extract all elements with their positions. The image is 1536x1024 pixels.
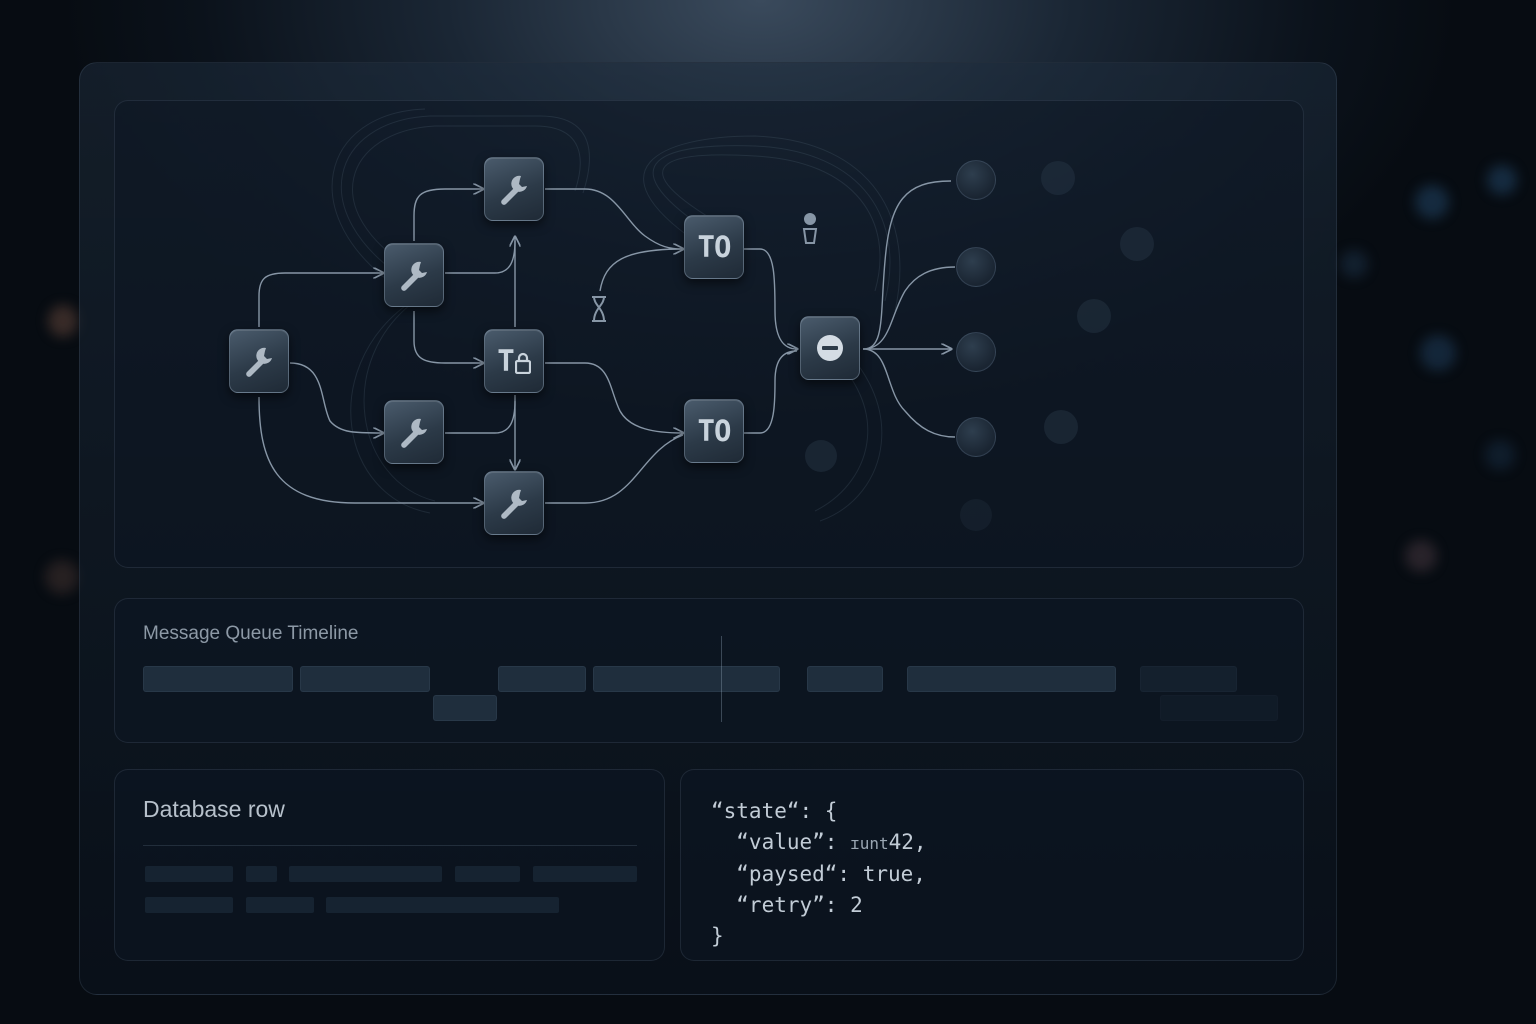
node-label: TO bbox=[697, 230, 732, 264]
tool-node-1[interactable] bbox=[229, 329, 289, 393]
json-line: “paysed“: true, bbox=[711, 862, 926, 886]
workflow-graph-panel: T TO TO bbox=[114, 100, 1304, 568]
tool-node-3[interactable] bbox=[484, 157, 544, 221]
output-node-4[interactable] bbox=[956, 417, 996, 457]
wrench-icon bbox=[401, 261, 427, 291]
db-cell bbox=[246, 897, 314, 913]
bokeh-light bbox=[45, 560, 79, 594]
db-cell bbox=[145, 866, 233, 882]
db-cell bbox=[145, 897, 233, 913]
timeline-bar[interactable] bbox=[433, 695, 497, 721]
hourglass-icon bbox=[802, 213, 818, 244]
output-node-3[interactable] bbox=[956, 332, 996, 372]
db-cell bbox=[533, 866, 637, 882]
json-line: “value”: ɪunt42, bbox=[711, 827, 927, 859]
bokeh-light bbox=[1420, 335, 1456, 371]
to-node-bottom[interactable]: TO bbox=[684, 399, 744, 463]
wrench-icon bbox=[246, 347, 272, 377]
output-node-1[interactable] bbox=[956, 160, 996, 200]
timeline-bar[interactable] bbox=[300, 666, 430, 692]
tool-node-5[interactable] bbox=[484, 471, 544, 535]
node-label: T bbox=[497, 344, 514, 378]
json-line: “state“: { bbox=[711, 799, 838, 823]
graph-edges bbox=[258, 108, 956, 522]
minus-circle-icon bbox=[817, 335, 843, 361]
json-state-panel: “state“: { “value”: ɪunt42, “paysed“: tr… bbox=[680, 769, 1304, 961]
tool-node-2[interactable] bbox=[384, 243, 444, 307]
ghost-node bbox=[1044, 410, 1078, 444]
ghost-node bbox=[1041, 161, 1075, 195]
to-lock-node[interactable]: T bbox=[484, 329, 544, 393]
db-cell bbox=[246, 866, 277, 882]
json-key: “value”: bbox=[711, 830, 851, 854]
bokeh-light bbox=[48, 305, 78, 337]
json-value: 42, bbox=[888, 830, 927, 854]
timeline-title: Message Queue Timeline bbox=[143, 623, 359, 644]
ghost-node bbox=[805, 440, 837, 472]
timeline-bar[interactable] bbox=[1140, 666, 1237, 692]
timeline-bar[interactable] bbox=[807, 666, 883, 692]
bokeh-light bbox=[1415, 185, 1449, 219]
db-cell bbox=[326, 897, 559, 913]
timeline-bar[interactable] bbox=[143, 666, 293, 692]
wrench-icon bbox=[501, 489, 527, 519]
output-node-2[interactable] bbox=[956, 247, 996, 287]
wrench-icon bbox=[401, 418, 427, 448]
json-viewer[interactable]: “state“: { “value”: ɪunt42, “paysed“: tr… bbox=[711, 796, 927, 952]
bokeh-light bbox=[1487, 165, 1517, 195]
ghost-node bbox=[1077, 299, 1111, 333]
bokeh-light bbox=[1405, 540, 1437, 572]
bokeh-light bbox=[1340, 250, 1368, 278]
timeline-bar[interactable] bbox=[1160, 695, 1278, 721]
database-row-panel: Database row bbox=[114, 769, 665, 961]
db-cell bbox=[455, 866, 520, 882]
timeline-bar[interactable] bbox=[593, 666, 780, 692]
timeline-bar[interactable] bbox=[498, 666, 586, 692]
lock-icon bbox=[514, 352, 531, 374]
divider bbox=[143, 845, 637, 846]
hourglass-icon bbox=[592, 296, 606, 322]
timeline-cursor[interactable] bbox=[721, 636, 722, 722]
merge-node[interactable] bbox=[800, 316, 860, 380]
json-line: } bbox=[711, 924, 724, 948]
wrench-icon bbox=[501, 175, 527, 205]
database-title: Database row bbox=[143, 796, 285, 822]
db-cell bbox=[289, 866, 442, 882]
ghost-node bbox=[960, 499, 992, 531]
message-queue-timeline-panel: Message Queue Timeline bbox=[114, 598, 1304, 743]
bokeh-light bbox=[1485, 440, 1515, 470]
to-node-top[interactable]: TO bbox=[684, 215, 744, 279]
ghost-node bbox=[1120, 227, 1154, 261]
json-type-annotation: ɪunt bbox=[850, 834, 889, 853]
timeline-bar[interactable] bbox=[907, 666, 1116, 692]
tool-node-4[interactable] bbox=[384, 400, 444, 464]
node-label: TO bbox=[697, 414, 732, 448]
json-line: “retry”: 2 bbox=[711, 893, 863, 917]
